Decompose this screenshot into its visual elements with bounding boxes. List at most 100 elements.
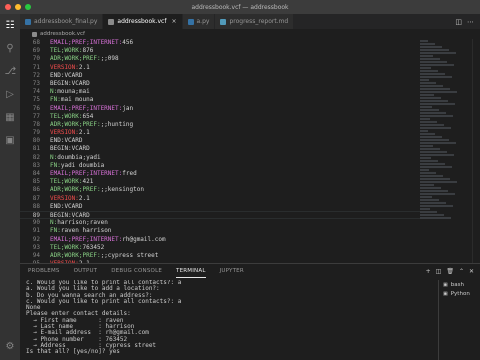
code-line[interactable]: 88 END:VCARD bbox=[20, 203, 420, 211]
window-controls bbox=[5, 4, 31, 10]
panel-tab-problems[interactable]: PROBLEMS bbox=[28, 264, 60, 278]
minimap-line bbox=[420, 139, 449, 141]
code-line[interactable]: 89 BEGIN:VCARD bbox=[20, 210, 420, 220]
split-terminal-icon[interactable]: ◫ bbox=[436, 268, 442, 275]
code-token: ;;hunting bbox=[100, 120, 134, 128]
code-token: yadi doumbia bbox=[60, 161, 105, 169]
remote-explorer-icon[interactable]: ▣ bbox=[5, 135, 16, 146]
minimap-line bbox=[420, 88, 450, 90]
search-icon[interactable]: ⚲ bbox=[5, 43, 16, 54]
tab-progress-report-md[interactable]: progress_report.md bbox=[215, 14, 295, 29]
minimap-line bbox=[420, 175, 443, 177]
minimize-window-button[interactable] bbox=[15, 4, 21, 10]
line-number: 90 bbox=[32, 219, 40, 227]
terminal-label: bash bbox=[450, 281, 464, 288]
code-line[interactable]: 68 EMAIL;PREF;INTERNET: 456 bbox=[20, 39, 420, 47]
line-number: 68 bbox=[32, 39, 40, 46]
more-actions-icon[interactable]: ⋯ bbox=[467, 18, 474, 26]
close-icon[interactable]: × bbox=[171, 18, 176, 25]
markdown-icon bbox=[220, 18, 227, 25]
terminal-output[interactable]: c. Would you like to print all contacts?… bbox=[26, 280, 430, 360]
editor-scrollbar[interactable] bbox=[472, 39, 480, 263]
code-line[interactable]: 83 FN: yadi doumbia bbox=[20, 162, 420, 170]
maximize-panel-icon[interactable]: ⌃ bbox=[459, 268, 464, 275]
minimap-line bbox=[420, 67, 431, 69]
code-line[interactable]: 86 ADR;WORK;PREF: ;;kensington bbox=[20, 186, 420, 194]
code-line[interactable]: 71 VERSION: 2.1 bbox=[20, 64, 420, 72]
code-token: ADR;WORK;PREF: bbox=[50, 251, 101, 259]
code-token: jan bbox=[122, 104, 134, 112]
code-token: doumbia;yadi bbox=[57, 153, 101, 161]
minimap-line bbox=[420, 163, 445, 165]
code-editor[interactable]: 68 EMAIL;PREF;INTERNET: 456 69 TEL;WORK: 876 7… bbox=[20, 39, 420, 263]
code-line[interactable]: 82 N: doumbia;yadi bbox=[20, 154, 420, 162]
code-line[interactable]: 91 FN: raven harrison bbox=[20, 227, 420, 235]
minimap-line bbox=[420, 46, 442, 48]
minimap[interactable] bbox=[420, 39, 472, 263]
maximize-window-button[interactable] bbox=[25, 4, 31, 10]
tab-addressbook-vcf[interactable]: addressbook.vcf × bbox=[103, 14, 183, 29]
code-token: fred bbox=[122, 170, 137, 177]
code-line[interactable]: 72 END:VCARD bbox=[20, 72, 420, 80]
code-line[interactable]: 85 TEL;WORK: 421 bbox=[20, 178, 420, 186]
panel-tab-output[interactable]: OUTPUT bbox=[74, 264, 98, 278]
line-number: 86 bbox=[32, 186, 40, 194]
panel-tab-debug-console[interactable]: DEBUG CONSOLE bbox=[111, 264, 162, 278]
line-number: 76 bbox=[32, 104, 40, 112]
python-icon bbox=[25, 18, 31, 25]
code-line[interactable]: 74 N: mouna;mai bbox=[20, 88, 420, 96]
code-token: TEL;WORK: bbox=[50, 243, 83, 251]
trash-icon[interactable]: 🗑 bbox=[446, 268, 454, 275]
panel-tab-jupyter[interactable]: JUPYTER bbox=[220, 264, 244, 278]
minimap-line bbox=[420, 151, 447, 153]
code-line[interactable]: 77 TEL;WORK: 654 bbox=[20, 113, 420, 121]
split-editor-icon[interactable]: ◫ bbox=[455, 18, 462, 26]
code-line[interactable]: 94 ADR;WORK;PREF: ;;cypress street bbox=[20, 252, 420, 260]
minimap-line bbox=[420, 76, 452, 78]
tab-label: a.py bbox=[196, 18, 210, 25]
code-token: EMAIL;PREF;INTERNET: bbox=[50, 104, 123, 112]
minimap-line bbox=[420, 145, 433, 147]
code-token: mouna;mai bbox=[57, 88, 90, 96]
explorer-icon[interactable]: ☷ bbox=[5, 20, 16, 31]
panel-tabs: PROBLEMS OUTPUT DEBUG CONSOLE TERMINAL JUPYT… bbox=[20, 264, 480, 278]
code-line[interactable]: 76 EMAIL;PREF;INTERNET: jan bbox=[20, 105, 420, 113]
line-number: 89 bbox=[32, 211, 40, 219]
code-line[interactable]: 69 TEL;WORK: 876 bbox=[20, 47, 420, 55]
terminal-instance[interactable]: ▣ bash bbox=[443, 280, 480, 289]
code-line[interactable]: 81 BEGIN:VCARD bbox=[20, 145, 420, 153]
terminal-instance[interactable]: ▣ Python bbox=[443, 289, 480, 298]
tab-a-py[interactable]: a.py bbox=[182, 14, 216, 29]
line-number: 79 bbox=[32, 129, 40, 137]
minimap-line bbox=[420, 193, 455, 195]
close-panel-icon[interactable]: ✕ bbox=[469, 268, 474, 275]
extensions-icon[interactable]: ▦ bbox=[5, 112, 16, 123]
panel-tab-terminal[interactable]: TERMINAL bbox=[176, 264, 206, 278]
source-control-icon[interactable]: ⎇ bbox=[5, 66, 17, 77]
code-line[interactable]: 75 FN: mai mouna bbox=[20, 96, 420, 104]
run-debug-icon[interactable]: ▷ bbox=[5, 89, 16, 100]
line-number: 83 bbox=[32, 161, 40, 169]
minimap-line bbox=[420, 112, 446, 114]
new-terminal-icon[interactable]: + bbox=[426, 268, 431, 275]
code-line[interactable]: 90 N: harrison;raven bbox=[20, 219, 420, 227]
code-line[interactable]: 93 TEL;WORK: 763452 bbox=[20, 244, 420, 252]
line-number: 82 bbox=[32, 153, 40, 161]
minimap-line bbox=[420, 217, 451, 219]
code-line[interactable]: 78 ADR;WORK;PREF: ;;hunting bbox=[20, 121, 420, 129]
code-line[interactable]: 87 VERSION: 2.1 bbox=[20, 195, 420, 203]
code-line[interactable]: 92 EMAIL;PREF;INTERNET: rh@gmail.com bbox=[20, 236, 420, 244]
minimap-line bbox=[420, 121, 437, 123]
code-token: VERSION: bbox=[50, 63, 79, 71]
code-line[interactable]: 80 END:VCARD bbox=[20, 137, 420, 145]
code-line[interactable]: 84 EMAIL;PREF;INTERNET: fred bbox=[20, 170, 420, 178]
settings-gear-icon[interactable]: ⚙ bbox=[5, 341, 16, 352]
close-window-button[interactable] bbox=[5, 4, 11, 10]
breadcrumb-file[interactable]: addressbook.vcf bbox=[40, 31, 85, 37]
code-line[interactable]: 70 ADR;WORK;PREF: ;;098 bbox=[20, 55, 420, 63]
code-line[interactable]: 79 VERSION: 2.1 bbox=[20, 129, 420, 137]
code-line[interactable]: 73 BEGIN:VCARD bbox=[20, 80, 420, 88]
tab-addressbook-final-py[interactable]: addressbook_final.py bbox=[20, 14, 104, 29]
code-token: END:VCARD bbox=[50, 137, 83, 145]
code-token: VERSION: bbox=[50, 194, 79, 202]
